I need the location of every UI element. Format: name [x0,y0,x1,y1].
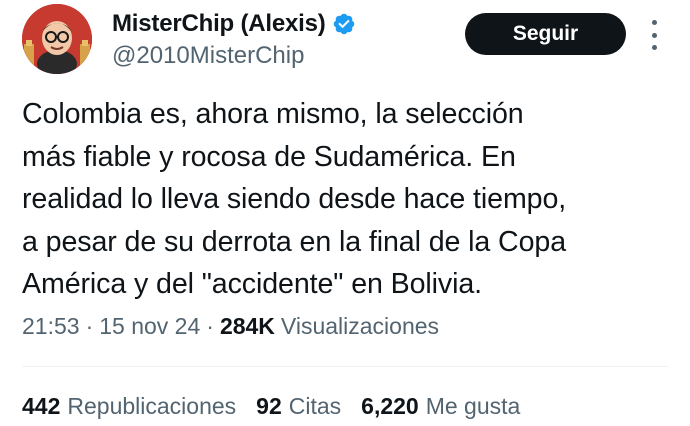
quotes-label: Citas [288,393,342,419]
likes-count: 6,220 [361,393,419,419]
views-count: 284K [219,313,275,339]
author-display-name[interactable]: MisterChip (Alexis) [112,10,326,38]
engagement-stats: 442 Republicaciones 92 Citas 6,220 Me gu… [22,393,540,420]
more-dots-icon[interactable] [646,20,662,50]
avatar-image [22,4,92,74]
avatar[interactable] [22,4,92,74]
meta-separator: · [85,313,94,339]
tweet-meta: 21:53 · 15 nov 24 · 284K Visualizaciones [22,313,439,340]
tweet-time[interactable]: 21:53 [22,313,80,340]
reposts-label: Republicaciones [67,393,237,419]
author-name-row: MisterChip (Alexis) [112,8,356,40]
tweet-date[interactable]: 15 nov 24 [99,313,200,340]
follow-button[interactable]: Seguir [465,13,626,55]
likes-stat[interactable]: 6,220 Me gusta [361,393,520,420]
quotes-stat[interactable]: 92 Citas [256,393,341,420]
views-label: Visualizaciones [280,313,440,339]
reposts-stat[interactable]: 442 Republicaciones [22,393,236,420]
likes-label: Me gusta [425,393,521,419]
reposts-count: 442 [22,393,61,419]
meta-separator: · [206,313,214,339]
quotes-count: 92 [256,393,282,419]
tweet-text: Colombia es, ahora mismo, la selección m… [22,98,567,300]
divider [22,366,668,367]
verified-badge-icon [333,13,354,35]
author-handle[interactable]: @2010MisterChip [112,42,304,70]
